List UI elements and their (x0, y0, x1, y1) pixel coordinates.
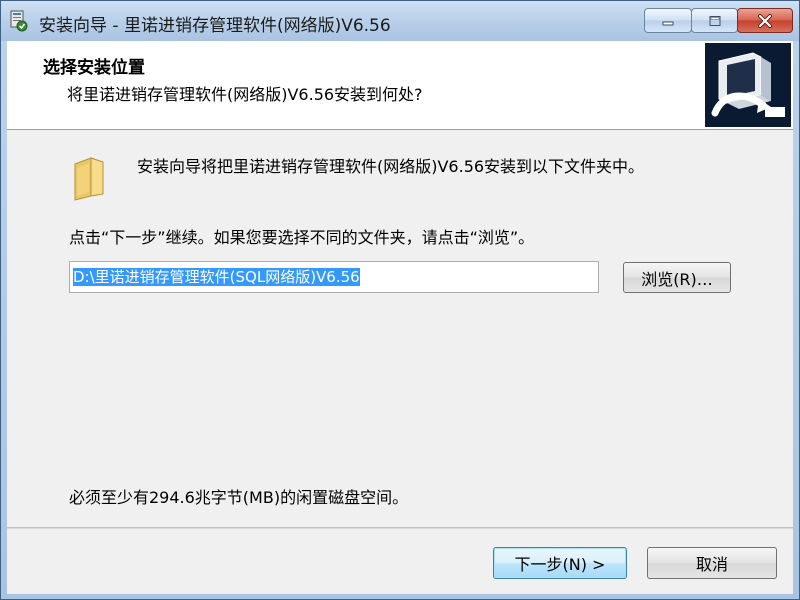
install-path-field[interactable]: D:\里诺进销存管理软件(SQL网络版)V6.56 (69, 261, 599, 293)
install-path-value: D:\里诺进销存管理软件(SQL网络版)V6.56 (73, 268, 360, 286)
minimize-button[interactable] (644, 8, 692, 33)
close-button[interactable] (737, 8, 793, 33)
installer-logo-icon (705, 43, 791, 127)
folder-icon (74, 157, 104, 201)
wizard-body: 安装向导将把里诺进销存管理软件(网络版)V6.56安装到以下文件夹中。 点击“下… (7, 130, 793, 527)
cancel-button[interactable]: 取消 (647, 547, 777, 579)
install-info-text: 安装向导将把里诺进销存管理软件(网络版)V6.56安装到以下文件夹中。 (137, 157, 645, 176)
maximize-button[interactable] (691, 8, 738, 33)
page-subtitle: 将里诺进销存管理软件(网络版)V6.56安装到何处? (67, 85, 423, 104)
wizard-header: 选择安装位置 将里诺进销存管理软件(网络版)V6.56安装到何处? (7, 41, 793, 130)
browse-button[interactable]: 浏览(R)… (623, 262, 731, 293)
minimize-icon (662, 21, 674, 25)
setup-app-icon (10, 10, 28, 32)
installer-window: 安装向导 - 里诺进销存管理软件(网络版)V6.56 选择安装位置 将里诺进销存… (0, 0, 800, 600)
next-button[interactable]: 下一步(N) > (493, 547, 627, 579)
window-title: 安装向导 - 里诺进销存管理软件(网络版)V6.56 (39, 16, 391, 36)
continue-hint-text: 点击“下一步”继续。如果您要选择不同的文件夹，请点击“浏览”。 (69, 228, 535, 247)
wizard-footer: 下一步(N) > 取消 (7, 528, 793, 594)
disk-space-required-text: 必须至少有294.6兆字节(MB)的闲置磁盘空间。 (69, 488, 409, 507)
title-bar[interactable]: 安装向导 - 里诺进销存管理软件(网络版)V6.56 (1, 1, 799, 41)
maximize-icon (709, 15, 720, 26)
close-icon (758, 13, 772, 28)
page-title: 选择安装位置 (43, 58, 145, 78)
